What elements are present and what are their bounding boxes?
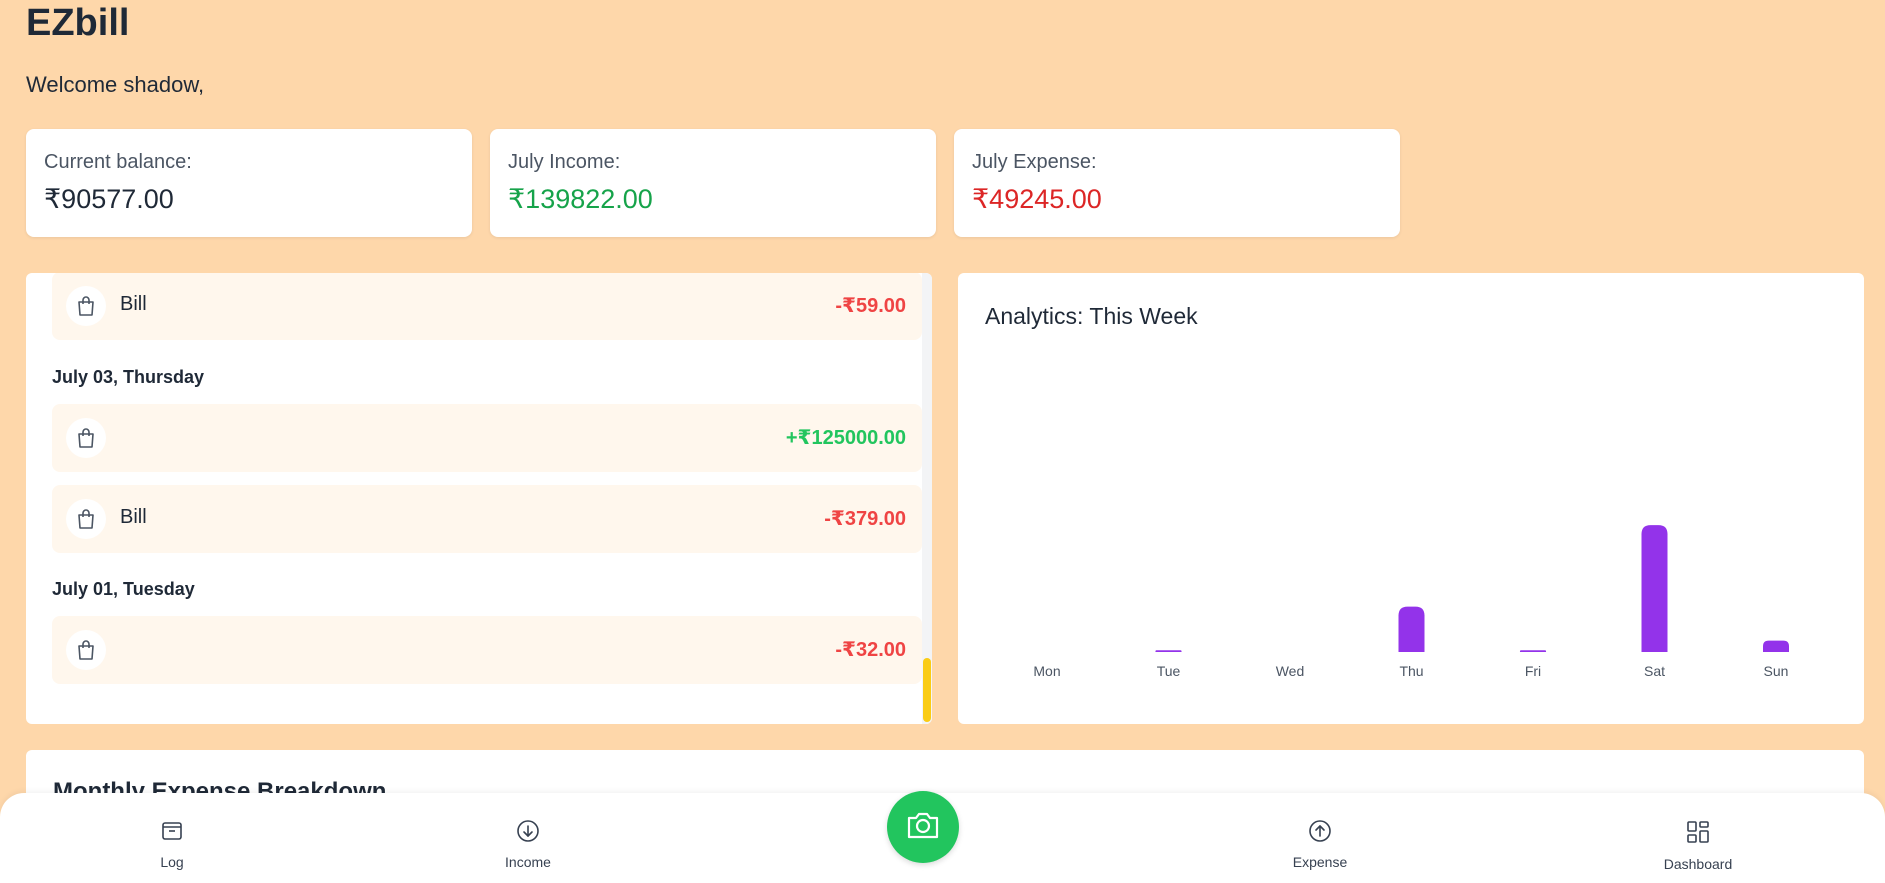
- day-header: July 01, Tuesday: [52, 579, 195, 599]
- bottom-nav: Log Income Expense Dashboard: [0, 791, 1885, 883]
- income-card: July Income: ₹139822.00: [490, 129, 936, 237]
- camera-button[interactable]: [887, 791, 959, 863]
- transaction-amount: -₹59.00: [835, 295, 906, 317]
- balance-label: Current balance:: [44, 151, 192, 173]
- bar-tue: [1155, 650, 1182, 652]
- nav-income-label: Income: [505, 854, 551, 870]
- scrollbar[interactable]: [922, 273, 932, 724]
- tick-label-sun: Sun: [1764, 663, 1789, 679]
- grid-icon: [1685, 819, 1711, 850]
- welcome-message: Welcome shadow,: [26, 72, 205, 97]
- nav-log[interactable]: Log: [102, 819, 242, 870]
- tick-label-fri: Fri: [1525, 663, 1541, 679]
- nav-log-label: Log: [160, 854, 184, 870]
- balance-card: Current balance: ₹90577.00: [26, 129, 472, 237]
- arrow-up-circle-icon: [1308, 819, 1332, 848]
- transactions-panel[interactable]: Bill -₹59.00 July 03, Thursday +₹125000.…: [26, 273, 932, 724]
- transaction-amount: +₹125000.00: [785, 427, 906, 449]
- nav-dashboard-label: Dashboard: [1663, 856, 1733, 872]
- transactions-list[interactable]: Bill -₹59.00 July 03, Thursday +₹125000.…: [52, 273, 922, 724]
- arrow-down-circle-icon: [516, 819, 540, 848]
- shopping-bag-icon: [66, 418, 106, 458]
- tick-label-mon: Mon: [1033, 663, 1060, 679]
- bar-sat: [1641, 525, 1668, 652]
- app-title: EZbill: [26, 2, 130, 44]
- tick-label-thu: Thu: [1399, 663, 1423, 679]
- transaction-amount: -₹379.00: [824, 508, 906, 530]
- transaction-name: Bill: [120, 506, 147, 528]
- analytics-panel: Analytics: This Week Mon Tue Wed Thu Fri Sat S…: [958, 273, 1864, 724]
- nav-dashboard[interactable]: Dashboard: [1628, 819, 1768, 872]
- nav-expense-label: Expense: [1292, 854, 1348, 870]
- transaction-name: Bill: [120, 293, 147, 315]
- shopping-bag-icon: [66, 286, 106, 326]
- bar-thu: [1398, 606, 1425, 652]
- day-header: July 03, Thursday: [52, 367, 205, 387]
- bar-sun: [1763, 640, 1789, 652]
- transaction-row[interactable]: Bill -₹379.00: [52, 485, 922, 553]
- weekly-bar-chart: Mon Tue Wed Thu Fri Sat Sun: [1033, 525, 1789, 679]
- tick-label-tue: Tue: [1157, 663, 1181, 679]
- wallet-icon: [160, 819, 184, 848]
- balance-value: ₹90577.00: [44, 184, 174, 214]
- tick-label-sat: Sat: [1644, 663, 1665, 679]
- transaction-amount: -₹32.00: [835, 639, 906, 661]
- nav-income[interactable]: Income: [458, 819, 598, 870]
- tick-label-wed: Wed: [1276, 663, 1305, 679]
- transaction-row[interactable]: +₹125000.00: [52, 404, 922, 472]
- transaction-row[interactable]: -₹32.00: [52, 616, 922, 684]
- shopping-bag-icon: [66, 630, 106, 670]
- bar-fri: [1520, 650, 1546, 652]
- expense-label: July Expense:: [972, 151, 1097, 173]
- income-label: July Income:: [508, 151, 621, 173]
- scrollbar-thumb[interactable]: [923, 658, 931, 722]
- camera-icon: [906, 810, 940, 845]
- expense-value: ₹49245.00: [972, 184, 1102, 214]
- expense-card: July Expense: ₹49245.00: [954, 129, 1400, 237]
- transaction-row[interactable]: Bill -₹59.00: [52, 273, 922, 340]
- nav-expense[interactable]: Expense: [1250, 819, 1390, 870]
- income-value: ₹139822.00: [508, 184, 653, 214]
- shopping-bag-icon: [66, 499, 106, 539]
